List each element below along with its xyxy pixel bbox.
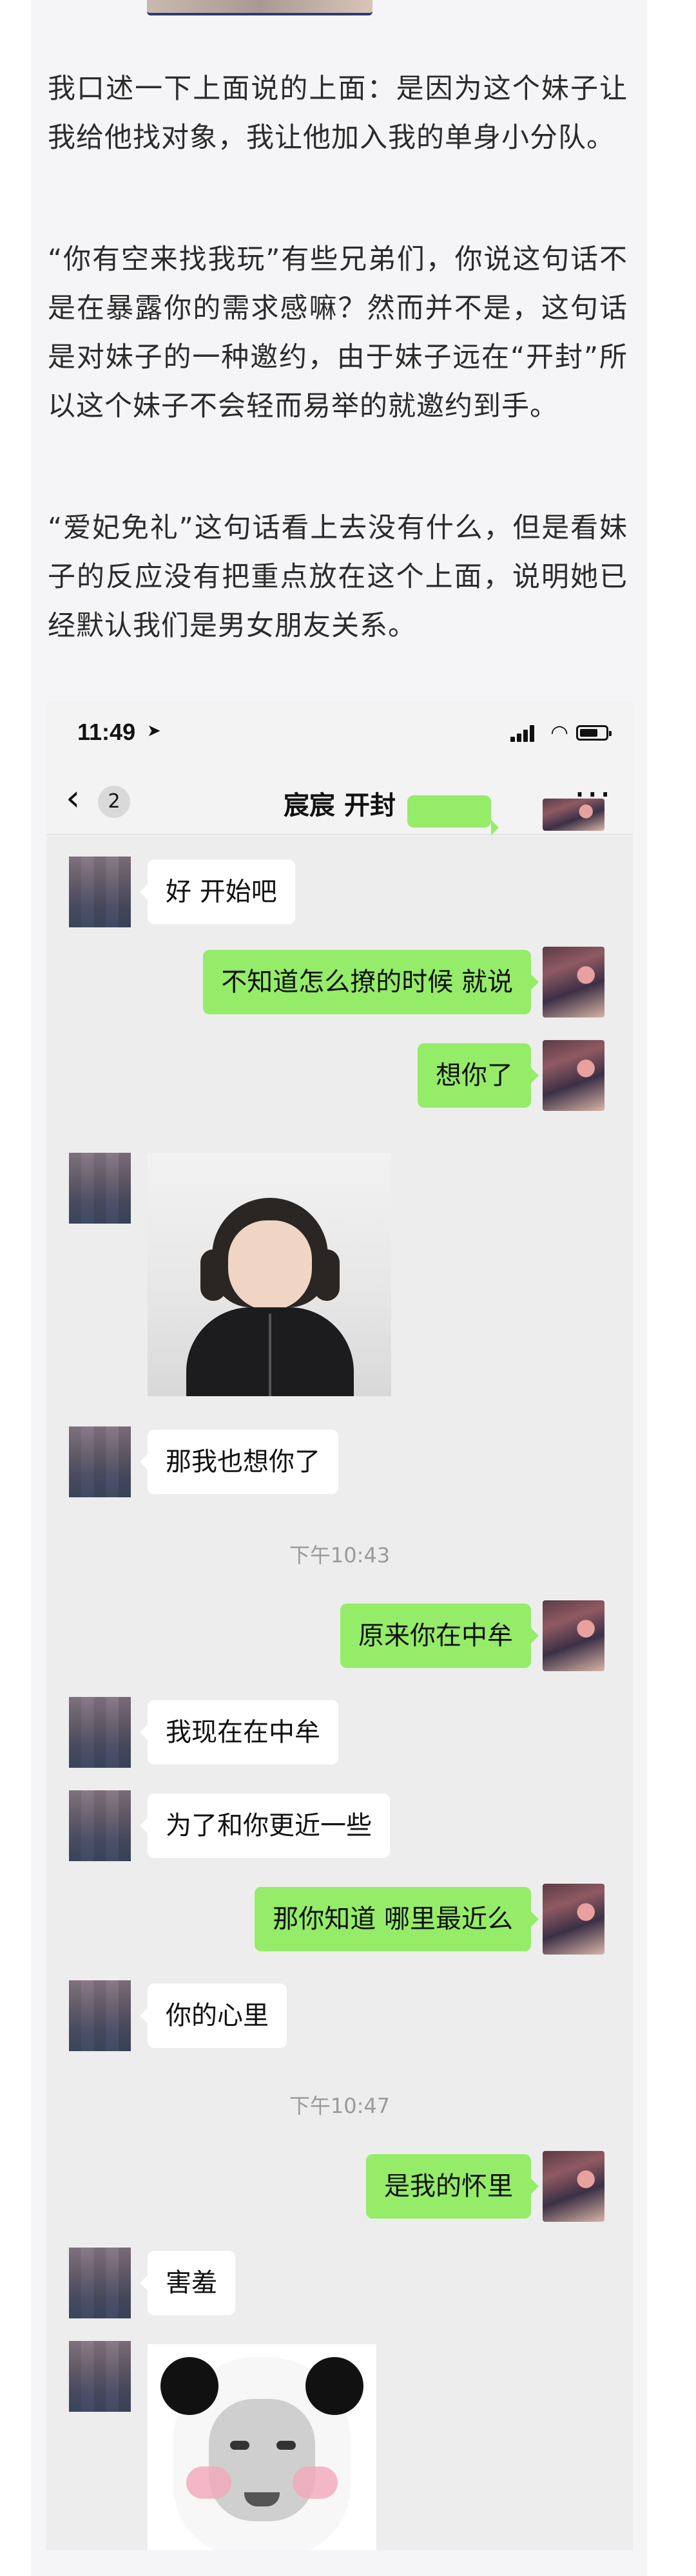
- chat-bubble-outgoing[interactable]: 想你了: [418, 1043, 539, 1108]
- previous-image-bottom: [31, 0, 647, 31]
- chat-bubble-outgoing-partial: [407, 795, 499, 835]
- my-avatar[interactable]: [543, 1040, 604, 1111]
- chat-bubble-incoming[interactable]: 好 开始吧: [140, 860, 295, 924]
- chat-bubble-outgoing[interactable]: 那你知道 哪里最近么: [255, 1887, 539, 1951]
- sticker-eye-left: [230, 2441, 249, 2450]
- chat-sticker-panda-meme[interactable]: [148, 2344, 376, 2550]
- article-body: 我口述一下上面说的上面：是因为这个妹子让我给他找对象，我让他加入我的单身小分队。…: [31, 0, 647, 2576]
- my-avatar[interactable]: [543, 1884, 604, 1955]
- contact-avatar[interactable]: [69, 1697, 131, 1768]
- sticker-cheek-right: [293, 2467, 338, 2499]
- chat-screenshot: 11:49 ➤ ◠ ‹ 2 宸宸 开封 ··· 好 开始吧 不知道怎么撩的时候 …: [46, 702, 633, 2550]
- contact-avatar[interactable]: [69, 2341, 131, 2412]
- contact-avatar[interactable]: [69, 1426, 131, 1497]
- sticker-ear-left: [160, 2357, 218, 2415]
- sticker-cheek-left: [186, 2467, 231, 2499]
- contact-avatar[interactable]: [69, 1153, 131, 1224]
- location-arrow-icon: ➤: [147, 721, 161, 741]
- my-avatar[interactable]: [543, 2151, 604, 2222]
- my-avatar[interactable]: [543, 947, 604, 1018]
- chat-timestamp: 下午10:47: [289, 2094, 391, 2118]
- contact-avatar[interactable]: [69, 1980, 131, 2051]
- status-time: 11:49: [77, 719, 136, 745]
- signal-icon: [510, 725, 536, 742]
- chat-image-girl-photo[interactable]: [148, 1153, 391, 1396]
- my-avatar[interactable]: [543, 1600, 604, 1671]
- chat-bubble-incoming[interactable]: 为了和你更近一些: [140, 1794, 390, 1858]
- paragraph-3: “爱妃免礼”这句话看上去没有什么，但是看妹子的反应没有把重点放在这个上面，说明她…: [48, 512, 628, 642]
- my-avatar[interactable]: [543, 799, 604, 831]
- wifi-icon: ◠: [550, 720, 568, 744]
- previous-image-crop: [147, 0, 372, 15]
- photo-face: [228, 1220, 312, 1311]
- sticker-ear-right: [305, 2357, 363, 2415]
- chat-bubble-incoming[interactable]: 那我也想你了: [140, 1430, 338, 1494]
- chat-bubble-incoming[interactable]: 害羞: [140, 2251, 235, 2315]
- photo-zipper: [269, 1314, 271, 1396]
- paragraph-2: “你有空来找我玩”有些兄弟们，你说这句话不是在暴露你的需求感嘛？然而并不是，这句…: [48, 243, 628, 422]
- chat-timestamp: 下午10:43: [289, 1543, 391, 1567]
- paragraph-1: 我口述一下上面说的上面：是因为这个妹子让我给他找对象，我让他加入我的单身小分队。: [48, 73, 628, 154]
- sticker-eye-right: [276, 2441, 296, 2450]
- contact-avatar[interactable]: [69, 1790, 131, 1861]
- chat-bubble-outgoing[interactable]: 不知道怎么撩的时候 就说: [203, 950, 539, 1014]
- chat-bubble-outgoing[interactable]: 原来你在中牟: [340, 1604, 539, 1668]
- chat-bubble-outgoing[interactable]: 是我的怀里: [366, 2154, 539, 2219]
- battery-icon: [576, 725, 612, 741]
- chat-bubble-incoming[interactable]: 你的心里: [140, 1984, 287, 2048]
- contact-avatar[interactable]: [69, 2248, 131, 2318]
- chat-bubble-incoming[interactable]: 我现在在中牟: [140, 1700, 338, 1765]
- status-bar: 11:49 ➤ ◠: [46, 702, 633, 766]
- contact-avatar[interactable]: [69, 857, 131, 927]
- battery-fill: [580, 729, 597, 737]
